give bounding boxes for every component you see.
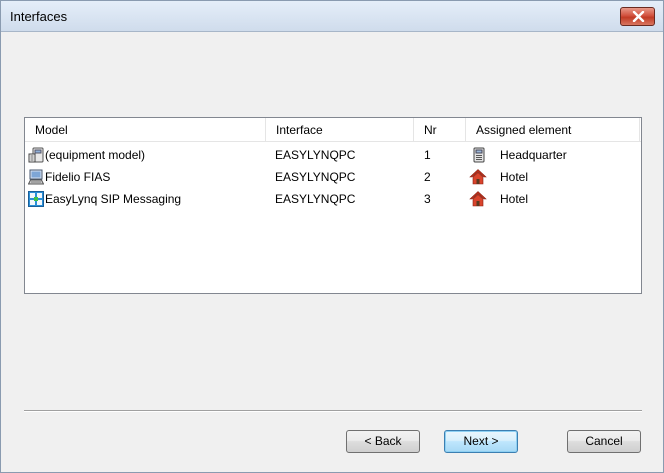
assigned-element-cell: Headquarter xyxy=(500,148,567,162)
interface-cell: EASYLYNQPC xyxy=(275,170,356,184)
nr-cell: 3 xyxy=(424,192,431,206)
interfaces-list[interactable]: Model Interface Nr Assigned element (equ… xyxy=(24,117,642,294)
table-row[interactable]: EasyLynq SIP Messaging EASYLYNQPC 3 Hote… xyxy=(25,188,641,211)
dialog-content: Model Interface Nr Assigned element (equ… xyxy=(2,33,663,472)
model-cell: EasyLynq SIP Messaging xyxy=(45,192,182,206)
interface-cell: EASYLYNQPC xyxy=(275,192,356,206)
interface-cell: EASYLYNQPC xyxy=(275,148,356,162)
nr-cell: 1 xyxy=(424,148,431,162)
assigned-element-cell: Hotel xyxy=(500,192,529,206)
close-button[interactable] xyxy=(620,7,655,26)
interfaces-dialog: Interfaces Model Interface Nr Assigned e… xyxy=(0,0,664,473)
column-header-interface[interactable]: Interface xyxy=(266,118,414,142)
network-icon xyxy=(28,191,44,207)
computer-icon xyxy=(28,169,44,185)
table-row[interactable]: (equipment model) EASYLYNQPC 1 Headquart… xyxy=(25,144,641,167)
divider xyxy=(24,410,642,412)
table-row[interactable]: Fidelio FIAS EASYLYNQPC 2 Hotel xyxy=(25,166,641,189)
column-header-assigned-element[interactable]: Assigned element xyxy=(466,118,640,142)
cancel-button[interactable]: Cancel xyxy=(567,430,641,453)
list-header: Model Interface Nr Assigned element xyxy=(25,118,641,142)
close-icon xyxy=(632,11,645,22)
hotel-house-icon xyxy=(469,169,487,185)
headquarter-icon xyxy=(473,147,485,163)
title-bar[interactable]: Interfaces xyxy=(1,1,663,32)
next-button[interactable]: Next > xyxy=(444,430,518,453)
equipment-icon xyxy=(28,147,44,163)
nr-cell: 2 xyxy=(424,170,431,184)
back-button[interactable]: < Back xyxy=(346,430,420,453)
model-cell: (equipment model) xyxy=(45,148,146,162)
hotel-house-icon xyxy=(469,191,487,207)
window-title: Interfaces xyxy=(10,9,68,24)
model-cell: Fidelio FIAS xyxy=(45,170,111,184)
assigned-element-cell: Hotel xyxy=(500,170,529,184)
column-header-nr[interactable]: Nr xyxy=(414,118,466,142)
column-header-model[interactable]: Model xyxy=(25,118,266,142)
